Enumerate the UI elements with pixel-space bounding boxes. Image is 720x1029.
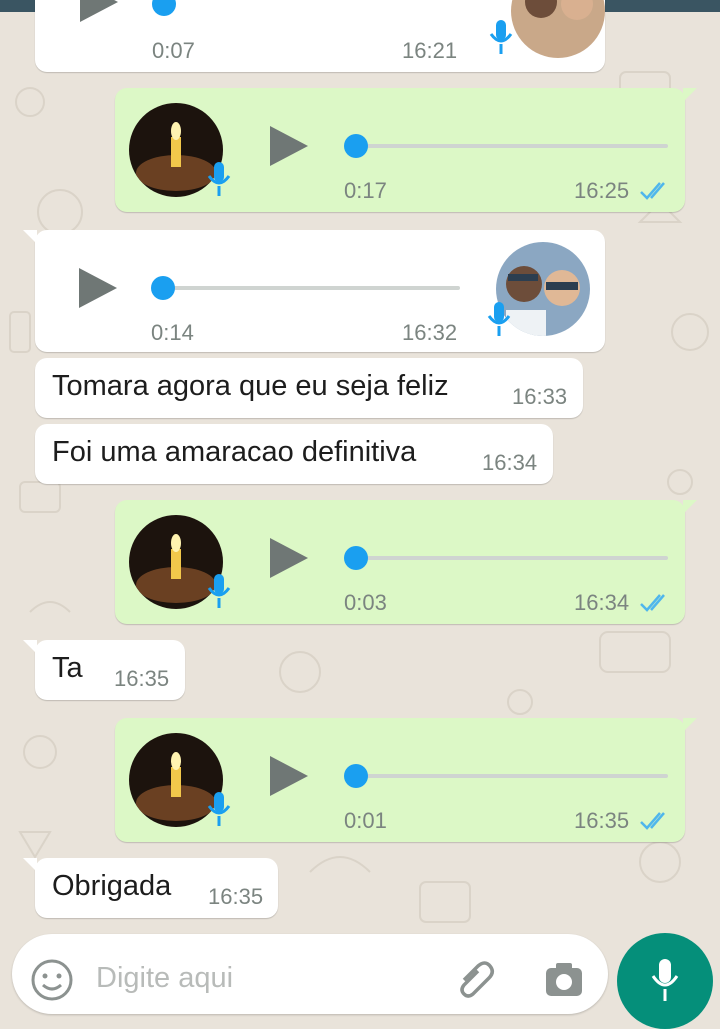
audio-duration: 0:01: [344, 808, 387, 833]
message-text: Foi uma amaracao definitiva: [52, 436, 417, 468]
record-voice-button[interactable]: [617, 933, 713, 1029]
audio-progress-knob[interactable]: [152, 0, 176, 16]
audio-progress-track[interactable]: [345, 556, 668, 560]
attach-icon[interactable]: [452, 956, 496, 1000]
bubble-tail: [683, 500, 697, 514]
audio-progress-track[interactable]: [163, 286, 460, 290]
message-time: 16:35: [114, 666, 170, 691]
message-audio-outgoing[interactable]: 0:03 16:34: [115, 500, 697, 624]
message-time: 16:32: [402, 320, 458, 345]
message-audio-incoming[interactable]: 0:07 16:21: [35, 0, 605, 72]
message-audio-incoming[interactable]: 0:14 16:32: [23, 230, 605, 352]
audio-progress-track[interactable]: [345, 144, 668, 148]
message-text-incoming[interactable]: Foi uma amaracao definitiva 16:34: [35, 424, 553, 484]
message-text: Obrigada: [52, 870, 172, 902]
bubble-tail: [683, 718, 697, 732]
message-input[interactable]: Digite aqui: [96, 962, 233, 995]
camera-icon[interactable]: [542, 958, 586, 1002]
message-audio-outgoing[interactable]: 0:01 16:35: [115, 718, 697, 842]
bubble-tail: [23, 858, 37, 872]
mic-icon: [207, 792, 231, 826]
read-receipt-icon: [640, 182, 665, 200]
avatar: [511, 0, 605, 58]
bubble-tail: [23, 640, 37, 654]
mic-icon: [487, 302, 511, 336]
message-time: 16:33: [512, 384, 568, 409]
mic-icon: [207, 162, 231, 196]
message-audio-outgoing[interactable]: 0:17 16:25: [115, 88, 697, 212]
message-time: 16:25: [574, 178, 630, 203]
audio-progress-knob[interactable]: [344, 546, 368, 570]
audio-duration: 0:03: [344, 590, 387, 615]
audio-progress-knob[interactable]: [151, 276, 175, 300]
message-time: 16:35: [574, 808, 630, 833]
play-icon[interactable]: [270, 756, 308, 796]
message-time: 16:35: [208, 884, 264, 909]
message-text-incoming[interactable]: Obrigada 16:35: [23, 858, 278, 918]
play-icon[interactable]: [79, 268, 117, 308]
message-text: Tomara agora que eu seja feliz: [52, 370, 449, 402]
play-icon[interactable]: [270, 126, 308, 166]
message-composer[interactable]: Digite aqui: [12, 934, 608, 1014]
mic-icon: [651, 959, 679, 1001]
message-text-incoming[interactable]: Ta 16:35: [23, 640, 185, 700]
audio-duration: 0:14: [151, 320, 194, 345]
message-time: 16:34: [482, 450, 538, 475]
message-time: 16:21: [402, 38, 458, 63]
play-icon[interactable]: [80, 0, 118, 22]
read-receipt-icon: [640, 594, 665, 612]
audio-duration: 0:07: [152, 38, 195, 63]
play-icon[interactable]: [270, 538, 308, 578]
mic-icon: [489, 20, 513, 54]
mic-icon: [207, 574, 231, 608]
emoji-icon[interactable]: [30, 958, 74, 1002]
audio-progress-track[interactable]: [345, 774, 668, 778]
bubble-tail: [683, 88, 697, 102]
read-receipt-icon: [640, 812, 665, 830]
audio-duration: 0:17: [344, 178, 387, 203]
audio-progress-knob[interactable]: [344, 134, 368, 158]
message-text-incoming[interactable]: Tomara agora que eu seja feliz 16:33: [35, 358, 583, 418]
audio-progress-knob[interactable]: [344, 764, 368, 788]
bubble-tail: [23, 230, 37, 244]
message-time: 16:34: [574, 590, 630, 615]
message-text: Ta: [52, 652, 83, 684]
